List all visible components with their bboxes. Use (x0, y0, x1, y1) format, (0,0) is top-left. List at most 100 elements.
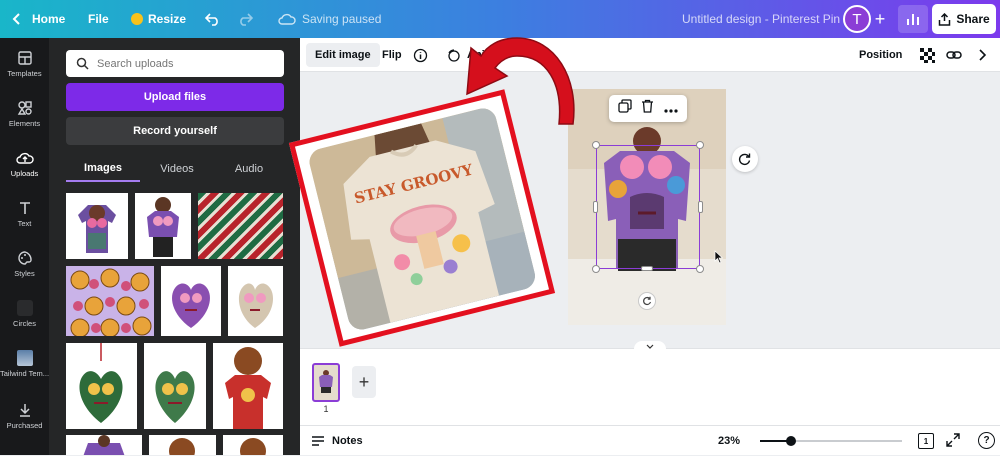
info-button[interactable] (413, 38, 428, 72)
link-icon (946, 51, 962, 59)
rail-label: Elements (8, 119, 41, 128)
upload-thumbnail[interactable] (223, 435, 283, 455)
tab-audio[interactable]: Audio (214, 156, 284, 182)
resize-handle[interactable] (592, 141, 600, 149)
elements-icon (17, 101, 32, 115)
text-icon (19, 202, 30, 214)
page-thumbnail[interactable] (312, 363, 340, 402)
bottom-bar: Notes 23% 1 ? (300, 425, 1000, 455)
search-input[interactable] (97, 57, 267, 70)
duplicate-button[interactable] (618, 99, 632, 118)
add-page-button[interactable]: + (352, 366, 376, 398)
redo-button[interactable] (237, 0, 253, 38)
plus-icon: + (358, 371, 370, 392)
question-icon: ? (983, 435, 990, 446)
notes-label: Notes (332, 435, 363, 447)
upload-thumbnail[interactable] (135, 193, 191, 259)
upload-thumbnail[interactable] (161, 266, 221, 336)
uploads-icon (15, 152, 34, 164)
plus-icon: + (874, 8, 886, 29)
zoom-slider[interactable] (760, 436, 902, 446)
upload-thumbnail[interactable] (149, 435, 216, 455)
upload-thumbnail[interactable] (66, 435, 142, 455)
position-button[interactable]: Position (859, 38, 902, 72)
flip-button[interactable]: Flip (382, 38, 402, 72)
chevron-right-icon (979, 49, 987, 61)
upload-thumbnail[interactable] (66, 343, 137, 429)
cloud-icon (278, 13, 296, 25)
upload-thumbnail[interactable] (213, 343, 283, 429)
tailwind-icon (16, 350, 33, 366)
collapse-pages-button[interactable] (634, 341, 666, 351)
tab-videos[interactable]: Videos (140, 156, 214, 182)
page-count-button[interactable]: 1 (918, 433, 934, 449)
side-handle[interactable] (593, 201, 598, 213)
rotate-handle[interactable] (638, 292, 656, 310)
upload-thumbnail[interactable] (228, 266, 283, 336)
save-status-label: Saving paused (302, 12, 382, 26)
rail-item-tailwind[interactable]: Tailwind Tem... (0, 350, 49, 378)
upload-thumbnail[interactable] (198, 193, 283, 259)
templates-icon (17, 51, 32, 65)
record-yourself-button[interactable]: Record yourself (66, 117, 284, 145)
fullscreen-button[interactable] (946, 433, 962, 449)
rail-label: Circles (13, 319, 36, 328)
rail-item-templates[interactable]: Templates (0, 50, 49, 78)
rail-item-circles[interactable]: Circles (0, 300, 49, 328)
canvas-toolbar: Edit image Flip Anim Position (300, 38, 1000, 72)
trash-icon (642, 99, 654, 113)
insights-button[interactable] (898, 5, 928, 33)
chevron-down-icon (646, 344, 654, 349)
undo-button[interactable] (205, 0, 221, 38)
resize-button[interactable]: Resize (131, 0, 186, 38)
transparency-button[interactable] (920, 38, 935, 72)
search-box[interactable] (66, 50, 284, 77)
chevron-left-icon (12, 13, 20, 25)
share-button[interactable]: Share (932, 4, 996, 34)
rail-item-uploads[interactable]: Uploads (0, 150, 49, 178)
upload-tabs: Images Videos Audio (66, 156, 284, 182)
styles-icon (17, 251, 32, 265)
selection-box[interactable] (596, 145, 700, 269)
home-button[interactable]: Home (12, 0, 65, 38)
resize-handle[interactable] (592, 265, 600, 273)
file-menu[interactable]: File (88, 0, 109, 38)
edit-image-button[interactable]: Edit image (306, 43, 380, 67)
side-handle[interactable] (698, 201, 703, 213)
more-options-button[interactable] (664, 100, 678, 118)
avatar[interactable]: T (843, 5, 871, 33)
pages-bar: 1 + (300, 341, 1000, 425)
save-status: Saving paused (278, 0, 381, 38)
resize-handle[interactable] (696, 265, 704, 273)
link-button[interactable] (946, 38, 962, 72)
undo-icon (205, 13, 218, 26)
more-toolbar-button[interactable] (978, 38, 987, 72)
design-title[interactable]: Untitled design - Pinterest Pin (682, 0, 840, 38)
upload-thumbnail[interactable] (66, 193, 128, 259)
rail-item-styles[interactable]: Styles (0, 250, 49, 278)
zoom-slider-thumb[interactable] (786, 436, 796, 446)
upload-thumbnail[interactable] (66, 266, 154, 336)
search-icon (76, 57, 89, 70)
help-button[interactable]: ? (978, 432, 995, 449)
circles-icon (16, 300, 33, 316)
more-dots-icon (664, 108, 678, 113)
redo-icon (240, 13, 253, 26)
zoomed-shirt-image: STAY GROOVY (306, 105, 538, 333)
side-handle[interactable] (641, 266, 653, 271)
rail-item-elements[interactable]: Elements (0, 100, 49, 128)
rail-item-purchased[interactable]: Purchased (0, 402, 49, 430)
tab-images[interactable]: Images (66, 156, 140, 182)
add-collaborator-button[interactable]: + (868, 5, 892, 33)
zoom-percent[interactable]: 23% (718, 426, 740, 456)
delete-button[interactable] (641, 99, 654, 118)
duplicate-icon (618, 99, 632, 113)
upload-thumbnail[interactable] (144, 343, 206, 429)
resize-handle[interactable] (696, 141, 704, 149)
uploads-panel: Upload files Record yourself Images Vide… (49, 38, 300, 455)
rail-item-text[interactable]: Text (0, 200, 49, 228)
upload-files-button[interactable]: Upload files (66, 83, 284, 111)
notes-button[interactable]: Notes (311, 426, 363, 456)
checkerboard-icon (920, 47, 935, 63)
refresh-button[interactable] (732, 146, 758, 172)
